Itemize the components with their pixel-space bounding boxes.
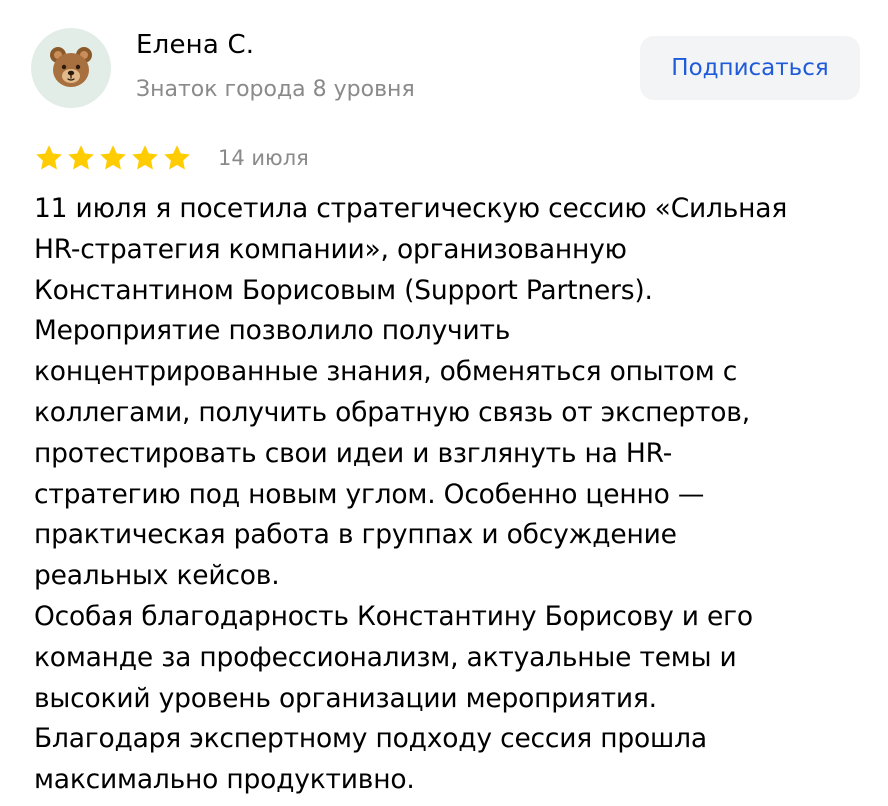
- subscribe-button[interactable]: Подписаться: [640, 36, 860, 100]
- author-name[interactable]: Елена С.: [136, 30, 254, 60]
- avatar[interactable]: [31, 28, 111, 108]
- star-icon: [36, 145, 62, 170]
- star-icon: [132, 145, 158, 170]
- bear-emoji-icon: [50, 47, 92, 87]
- star-icon: [100, 145, 126, 170]
- review-date: 14 июля: [218, 146, 309, 170]
- rating-row: 14 июля: [34, 140, 309, 176]
- star-rating: [34, 143, 192, 173]
- star-icon: [68, 145, 94, 170]
- star-icon: [164, 145, 190, 170]
- review-text: 11 июля я посетила стратегическую сессию…: [34, 193, 788, 796]
- review-card: Елена С. Знаток города 8 уровня Подписат…: [0, 0, 888, 806]
- author-level: Знаток города 8 уровня: [136, 77, 415, 102]
